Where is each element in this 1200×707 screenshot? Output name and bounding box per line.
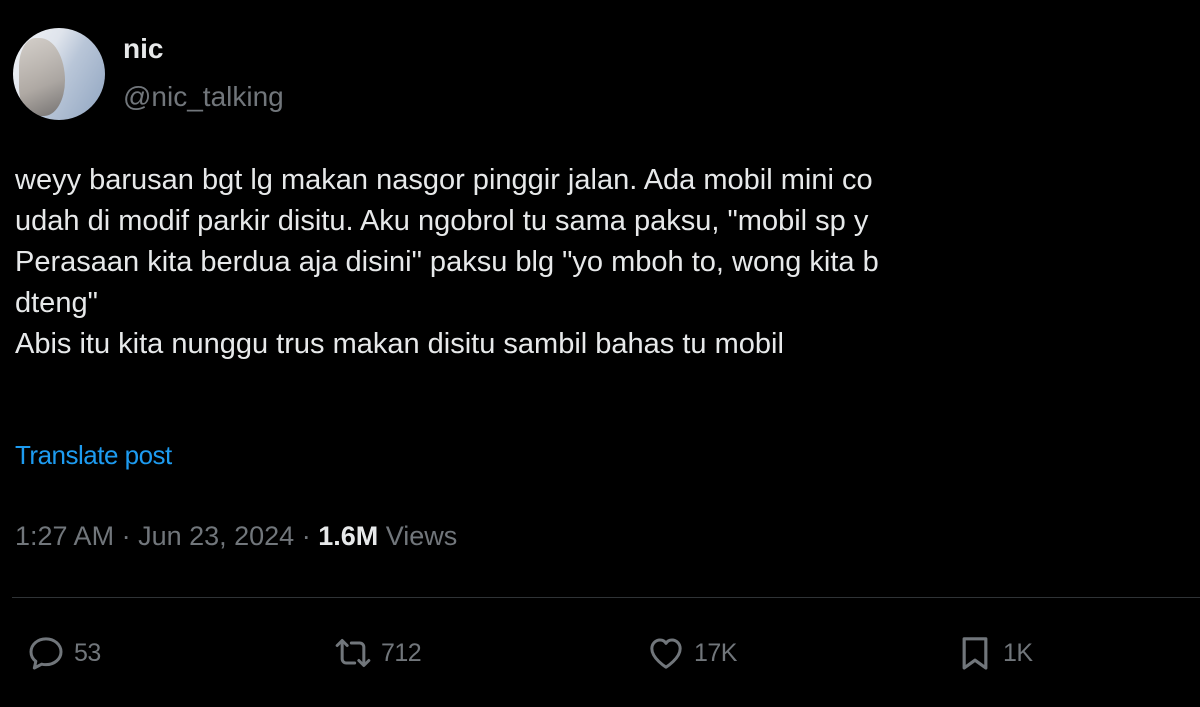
author-name[interactable]: nic [123, 32, 163, 66]
reply-count: 53 [74, 638, 101, 667]
meta-separator: · [114, 521, 139, 551]
tweet-line: Perasaan kita berdua aja disini" paksu b… [15, 246, 879, 278]
heart-icon [646, 633, 686, 673]
reply-button[interactable]: 53 [26, 630, 101, 676]
author-handle[interactable]: @nic_talking [123, 80, 284, 114]
tweet-line: dteng" [15, 287, 98, 319]
avatar[interactable] [13, 28, 105, 120]
bookmark-count: 1K [1003, 638, 1033, 667]
like-button[interactable]: 17K [646, 630, 737, 676]
divider [12, 597, 1200, 598]
translate-post-link[interactable]: Translate post [15, 438, 172, 472]
views-count: 1.6M [318, 521, 379, 551]
tweet-line: weyy barusan bgt lg makan nasgor pinggir… [15, 164, 873, 196]
reply-icon [26, 633, 66, 673]
tweet-text: weyy barusan bgt lg makan nasgor pinggir… [15, 160, 1200, 365]
bookmark-button[interactable]: 1K [955, 630, 1033, 676]
views-label: Views [378, 521, 458, 551]
meta-separator: · [294, 521, 319, 551]
bookmark-icon [955, 633, 995, 673]
like-count: 17K [694, 638, 737, 667]
avatar-photo [19, 38, 65, 116]
tweet-line: udah di modif parkir disitu. Aku ngobrol… [15, 205, 869, 237]
tweet-line: Abis itu kita nunggu trus makan disitu s… [15, 328, 784, 360]
tweet-time[interactable]: 1:27 AM [15, 521, 114, 551]
repost-icon [333, 633, 373, 673]
repost-button[interactable]: 712 [333, 630, 422, 676]
repost-count: 712 [381, 638, 422, 667]
tweet-date[interactable]: Jun 23, 2024 [138, 521, 294, 551]
tweet-meta: 1:27 AM · Jun 23, 2024 · 1.6M Views [15, 518, 457, 554]
